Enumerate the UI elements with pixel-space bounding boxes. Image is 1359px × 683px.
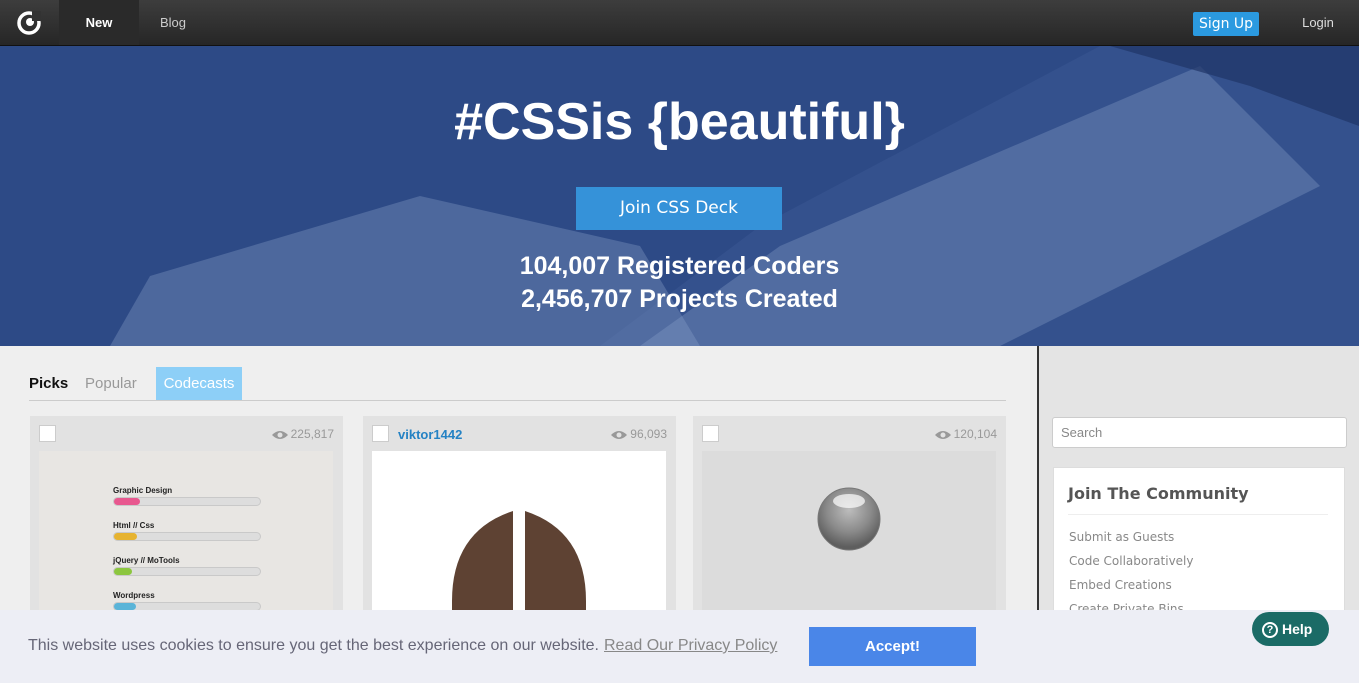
skill-bar: Graphic Design bbox=[113, 486, 261, 506]
view-count: 225,817 bbox=[271, 427, 334, 441]
community-title: Join The Community bbox=[1068, 484, 1249, 503]
view-count: 96,093 bbox=[611, 427, 667, 441]
skill-label: Html // Css bbox=[113, 521, 155, 530]
signup-button[interactable]: Sign Up bbox=[1193, 12, 1259, 36]
community-item[interactable]: Code Collaboratively bbox=[1069, 554, 1193, 568]
avatar[interactable] bbox=[39, 425, 56, 442]
skill-label: jQuery // MoTools bbox=[113, 556, 180, 565]
tab-codecasts[interactable]: Codecasts bbox=[156, 367, 242, 400]
question-icon: ? bbox=[1262, 622, 1278, 639]
community-item[interactable]: Embed Creations bbox=[1069, 578, 1172, 592]
view-count-value: 96,093 bbox=[630, 427, 667, 441]
skill-fill bbox=[114, 533, 138, 540]
hero-title: #CSSis {beautiful} bbox=[454, 93, 905, 151]
view-count: 120,104 bbox=[934, 427, 997, 441]
projects-created-stat: 2,456,707 Projects Created bbox=[521, 285, 838, 313]
feed-tabs: Picks Popular Codecasts bbox=[29, 367, 1006, 401]
accept-cookies-button[interactable]: Accept! bbox=[809, 627, 976, 666]
skill-bar: Wordpress bbox=[113, 591, 261, 611]
eye-icon bbox=[611, 430, 628, 439]
skill-label: Wordpress bbox=[113, 591, 155, 600]
cssdeck-logo-icon[interactable] bbox=[17, 11, 41, 35]
tab-popular[interactable]: Popular bbox=[85, 367, 137, 400]
skill-bar: jQuery // MoTools bbox=[113, 556, 261, 576]
tab-picks[interactable]: Picks bbox=[29, 367, 68, 400]
view-count-value: 120,104 bbox=[953, 427, 997, 441]
top-navbar: New Blog Sign Up Login bbox=[0, 0, 1359, 46]
view-count-value: 225,817 bbox=[290, 427, 334, 441]
community-item[interactable]: Submit as Guests bbox=[1069, 530, 1174, 544]
hero-banner: #CSSis {beautiful} Join CSS Deck 104,007… bbox=[0, 46, 1359, 346]
skill-fill bbox=[114, 568, 132, 575]
help-button[interactable]: ? Help bbox=[1252, 612, 1329, 646]
search-input[interactable]: Search bbox=[1052, 417, 1347, 448]
skill-track bbox=[113, 567, 261, 576]
divider bbox=[1068, 514, 1328, 515]
avatar[interactable] bbox=[702, 425, 719, 442]
skill-fill bbox=[114, 603, 136, 610]
skill-track bbox=[113, 532, 261, 541]
eye-icon bbox=[934, 430, 951, 439]
cookie-banner: This website uses cookies to ensure you … bbox=[0, 610, 1359, 683]
skill-track bbox=[113, 497, 261, 506]
login-link[interactable]: Login bbox=[1293, 0, 1343, 45]
cookie-message: This website uses cookies to ensure you … bbox=[28, 637, 599, 654]
avatar[interactable] bbox=[372, 425, 389, 442]
nav-blog-link[interactable]: Blog bbox=[146, 0, 200, 45]
join-cssdeck-button[interactable]: Join CSS Deck bbox=[576, 187, 782, 230]
author-link[interactable]: viktor1442 bbox=[398, 427, 462, 442]
skill-label: Graphic Design bbox=[113, 486, 173, 495]
privacy-policy-link[interactable]: Read Our Privacy Policy bbox=[604, 637, 777, 655]
skill-bar: Html // Css bbox=[113, 521, 261, 541]
help-label: Help bbox=[1282, 621, 1313, 637]
nav-new-link[interactable]: New bbox=[59, 0, 139, 45]
skill-fill bbox=[114, 498, 141, 505]
eye-icon bbox=[271, 430, 288, 439]
registered-coders-stat: 104,007 Registered Coders bbox=[519, 252, 840, 280]
